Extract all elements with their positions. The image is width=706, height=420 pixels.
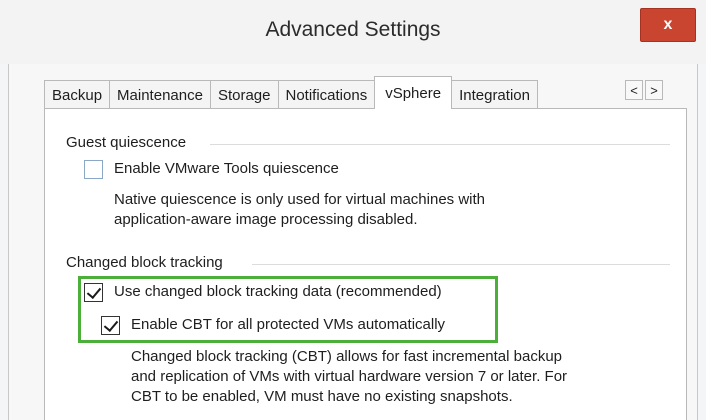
vmware-tools-quiescence-label[interactable]: Enable VMware Tools quiescence: [114, 160, 339, 177]
cbt-description: Changed block tracking (CBT) allows for …: [131, 348, 568, 405]
tab-vsphere[interactable]: vSphere: [374, 76, 453, 109]
tab-storage[interactable]: Storage: [209, 80, 279, 109]
enable-cbt-checkbox[interactable]: [101, 316, 120, 335]
close-icon: x: [663, 16, 673, 33]
use-cbt-checkbox[interactable]: [84, 283, 103, 302]
tab-scroll-left-button[interactable]: <: [625, 80, 643, 100]
quiescence-description: Native quiescence is only used for virtu…: [114, 191, 486, 228]
tab-notifications[interactable]: Notifications: [277, 80, 376, 109]
tab-scroll-right-button[interactable]: >: [645, 80, 663, 100]
chevron-left-icon: <: [630, 82, 638, 98]
guest-quiescence-group-label: Guest quiescence: [66, 134, 191, 151]
tab-maintenance[interactable]: Maintenance: [109, 80, 211, 109]
vmware-tools-quiescence-checkbox[interactable]: [84, 160, 103, 179]
tab-backup[interactable]: Backup: [44, 80, 111, 109]
close-button[interactable]: x: [640, 8, 696, 42]
use-cbt-label[interactable]: Use changed block tracking data (recomme…: [114, 283, 442, 300]
dialog-title: Advanced Settings: [265, 18, 441, 41]
cbt-group-label: Changed block tracking: [66, 254, 227, 271]
guest-quiescence-group-border: [210, 144, 670, 145]
chevron-right-icon: >: [650, 82, 658, 98]
advanced-settings-dialog: Advanced Settings x Backup Maintenance S…: [0, 0, 706, 420]
cbt-group-border: [252, 264, 670, 265]
tab-strip: Backup Maintenance Storage Notifications…: [44, 76, 538, 109]
tab-scroll-buttons: < >: [625, 80, 665, 100]
tab-integration[interactable]: Integration: [451, 80, 538, 109]
title-bar: Advanced Settings x: [0, 0, 706, 64]
enable-cbt-label[interactable]: Enable CBT for all protected VMs automat…: [131, 316, 445, 333]
